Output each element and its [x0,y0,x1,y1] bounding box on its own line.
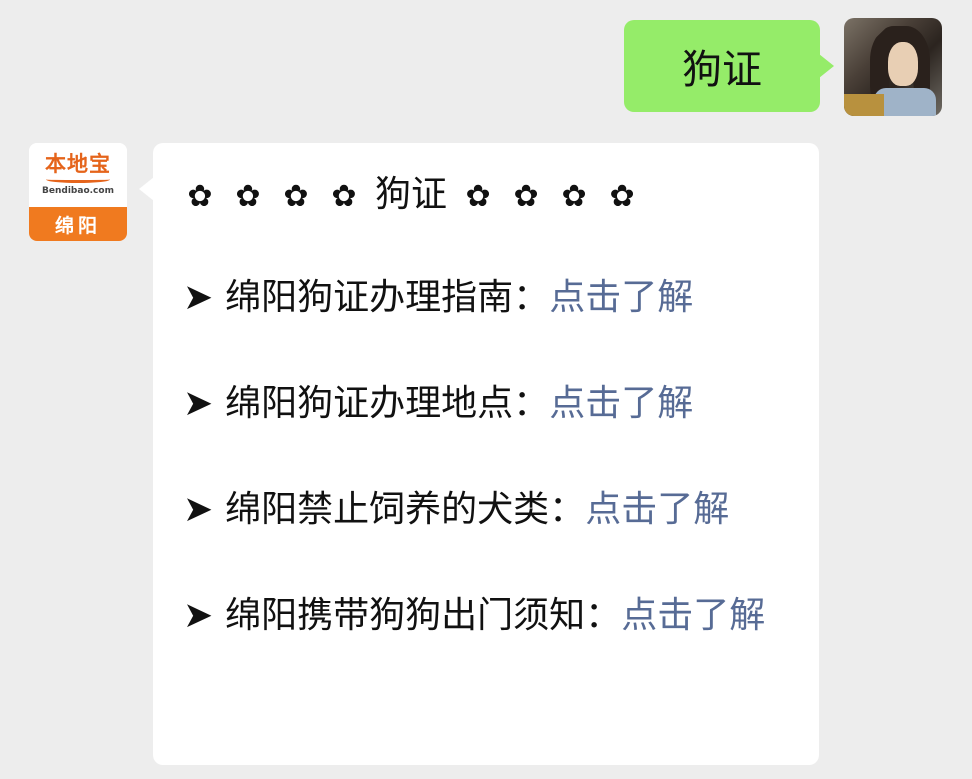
learn-more-link[interactable]: 点击了解 [621,595,765,636]
arrow-icon: ➤ [183,383,214,424]
user-message-text: 狗证 [682,47,762,93]
flower-icon: ✿ [465,179,491,214]
list-item: ➤ 绵阳狗证办理地点：点击了解 [183,379,789,429]
flower-icon: ✿ [235,179,261,214]
logo-swoosh [46,176,110,183]
avatar-strap [844,94,884,116]
bendibao-logo: 本地宝 Bendibao.com [29,143,127,207]
user-message-bubble[interactable]: 狗证 [624,20,834,112]
item-label: 绵阳禁止饲养的犬类： [225,489,586,530]
logo-main-text: 本地宝 [45,152,111,176]
bot-avatar[interactable]: 本地宝 Bendibao.com 绵阳 [29,143,127,241]
item-label: 绵阳狗证办理指南： [225,277,550,318]
item-label: 绵阳携带狗狗出门须知： [225,595,622,636]
arrow-icon: ➤ [183,489,214,530]
flower-icon: ✿ [513,179,539,214]
title-text: 狗证 [375,174,448,215]
bot-message-bubble: ✿ ✿ ✿ ✿ 狗证 ✿ ✿ ✿ ✿ ➤ 绵阳狗证办理指南：点击了解 ➤ 绵阳狗证办理地点：点击了解… [139,143,819,765]
logo-city-label: 绵阳 [29,207,127,241]
message-title: ✿ ✿ ✿ ✿ 狗证 ✿ ✿ ✿ ✿ [183,171,789,221]
flower-icon: ✿ [561,179,587,214]
bot-message-row: 本地宝 Bendibao.com 绵阳 ✿ ✿ ✿ ✿ 狗证 ✿ ✿ ✿ ✿ ➤ 绵阳狗证办理指南… [29,143,819,765]
user-message-row: 狗证 [624,18,942,116]
user-avatar[interactable] [844,18,942,116]
list-item: ➤ 绵阳禁止饲养的犬类：点击了解 [183,485,789,535]
flower-icon: ✿ [609,179,635,214]
list-item: ➤ 绵阳携带狗狗出门须知：点击了解 [183,591,789,641]
arrow-icon: ➤ [183,595,214,636]
avatar-face [888,42,918,86]
arrow-icon: ➤ [183,277,214,318]
learn-more-link[interactable]: 点击了解 [585,489,729,530]
list-item: ➤ 绵阳狗证办理指南：点击了解 [183,273,789,323]
flower-icon: ✿ [283,179,309,214]
learn-more-link[interactable]: 点击了解 [549,277,693,318]
flower-icon: ✿ [187,179,213,214]
learn-more-link[interactable]: 点击了解 [549,383,693,424]
flower-icon: ✿ [331,179,357,214]
item-label: 绵阳狗证办理地点： [225,383,550,424]
logo-subtext: Bendibao.com [42,186,114,196]
